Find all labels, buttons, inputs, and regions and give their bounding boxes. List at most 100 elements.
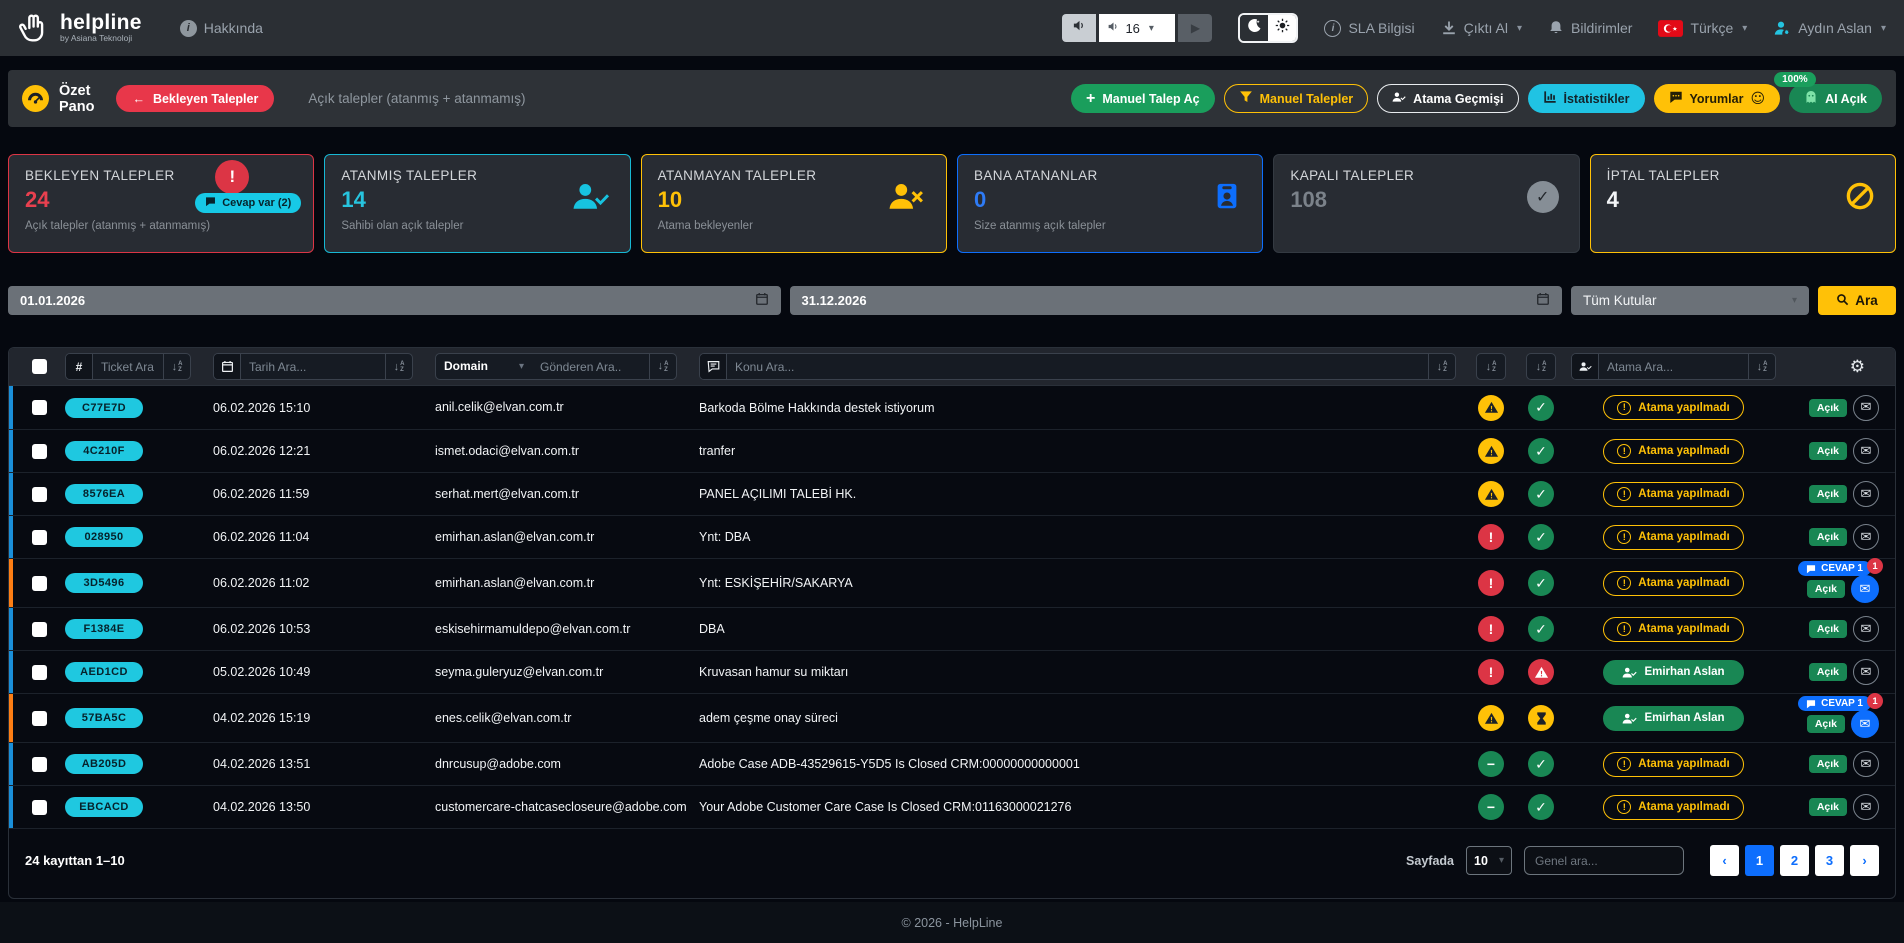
unassigned-badge[interactable]: !Atama yapılmadı [1603, 571, 1743, 596]
comments-button[interactable]: Yorumlar ☺ [1654, 84, 1781, 113]
pagination-next-button[interactable]: › [1850, 845, 1879, 876]
ticket-id-badge[interactable]: AED1CD [65, 662, 143, 682]
ticket-search-input[interactable] [93, 354, 163, 379]
statistics-button[interactable]: İstatistikler [1528, 84, 1645, 113]
sort-status1-button[interactable]: ↓AZ [1476, 353, 1506, 380]
mail-icon[interactable]: ✉ [1851, 710, 1879, 738]
mail-icon[interactable]: ✉ [1853, 438, 1879, 464]
ticket-row[interactable]: F1384E 06.02.2026 10:53 eskisehirmamulde… [9, 607, 1895, 650]
pagination-page-button[interactable]: 2 [1780, 845, 1809, 876]
ticket-row[interactable]: AED1CD 05.02.2026 10:49 seyma.guleryuz@e… [9, 650, 1895, 693]
pagination-prev-button[interactable]: ‹ [1710, 845, 1739, 876]
mail-icon[interactable]: ✉ [1853, 751, 1879, 777]
nav-sla-info[interactable]: i SLA Bilgisi [1324, 20, 1414, 37]
row-checkbox[interactable] [32, 711, 47, 726]
pagination-page-button[interactable]: 3 [1815, 845, 1844, 876]
play-button[interactable]: ▶ [1178, 14, 1212, 42]
ticket-row[interactable]: 4C210F 06.02.2026 12:21 ismet.odaci@elva… [9, 429, 1895, 472]
mailbox-select[interactable]: Tüm Kutular ▾ [1571, 286, 1809, 315]
nav-user-menu[interactable]: Aydın Aslan ▾ [1773, 19, 1886, 37]
sort-subject-button[interactable]: ↓AZ [1428, 354, 1455, 379]
mail-icon[interactable]: ✉ [1853, 659, 1879, 685]
stat-card[interactable]: BANA ATANANLAR 0 Size atanmış açık talep… [957, 154, 1263, 253]
nav-export-menu[interactable]: Çıktı Al ▾ [1441, 20, 1522, 36]
per-page-select[interactable]: 10 ▾ [1466, 846, 1512, 875]
unassigned-badge[interactable]: !Atama yapılmadı [1603, 482, 1743, 507]
volume-select[interactable]: 16 ▾ [1099, 14, 1175, 42]
select-all-checkbox[interactable] [32, 359, 47, 374]
unassigned-badge[interactable]: !Atama yapılmadı [1603, 617, 1743, 642]
domain-select[interactable]: Domain ▾ [436, 354, 532, 379]
mail-icon[interactable]: ✉ [1853, 395, 1879, 421]
reply-badge[interactable]: CEVAP 11 [1798, 696, 1883, 711]
mail-icon[interactable]: ✉ [1853, 616, 1879, 642]
nav-notifications[interactable]: Bildirimler [1548, 20, 1632, 36]
row-checkbox[interactable] [32, 757, 47, 772]
search-button[interactable]: Ara [1818, 286, 1896, 315]
light-mode-button[interactable] [1268, 15, 1296, 41]
sort-status2-button[interactable]: ↓AZ [1526, 353, 1556, 380]
ticket-id-badge[interactable]: C77E7D [65, 398, 143, 418]
sender-search-input[interactable] [532, 354, 649, 379]
row-checkbox[interactable] [32, 576, 47, 591]
ticket-id-badge[interactable]: 57BA5C [65, 708, 143, 728]
global-search-input[interactable] [1524, 846, 1684, 875]
ticket-id-badge[interactable]: 8576EA [65, 484, 143, 504]
app-logo[interactable]: helpline by Asiana Teknoloji [18, 11, 142, 45]
stat-card[interactable]: ATANMIŞ TALEPLER 14 Sahibi olan açık tal… [324, 154, 630, 253]
row-checkbox[interactable] [32, 530, 47, 545]
stat-card[interactable]: İPTAL TALEPLER 4 [1590, 154, 1896, 253]
mail-icon[interactable]: ✉ [1851, 575, 1879, 603]
ticket-id-badge[interactable]: 028950 [65, 527, 143, 547]
ticket-id-badge[interactable]: F1384E [65, 619, 143, 639]
unassigned-badge[interactable]: !Atama yapılmadı [1603, 795, 1743, 820]
assignee-badge[interactable]: Emirhan Aslan [1603, 660, 1743, 685]
settings-gear-icon[interactable]: ⚙ [1850, 357, 1865, 377]
date-search-input[interactable] [241, 354, 385, 379]
open-manual-ticket-button[interactable]: + Manuel Talep Aç [1071, 84, 1215, 113]
pending-tickets-button[interactable]: ← Bekleyen Talepler [116, 85, 274, 112]
ticket-row[interactable]: C77E7D 06.02.2026 15:10 anil.celik@elvan… [9, 386, 1895, 429]
stat-card[interactable]: ATANMAYAN TALEPLER 10 Atama bekleyenler [641, 154, 947, 253]
ticket-row[interactable]: AB205D 04.02.2026 13:51 dnrcusup@adobe.c… [9, 742, 1895, 785]
ticket-id-badge[interactable]: 3D5496 [65, 573, 143, 593]
row-checkbox[interactable] [32, 487, 47, 502]
ticket-id-badge[interactable]: EBCACD [65, 797, 143, 817]
date-from-input[interactable]: 01.01.2026 [8, 286, 781, 315]
nav-about[interactable]: i Hakkında [180, 20, 263, 37]
ticket-row[interactable]: EBCACD 04.02.2026 13:50 customercare-cha… [9, 785, 1895, 828]
ticket-row[interactable]: 3D5496 06.02.2026 11:02 emirhan.aslan@el… [9, 558, 1895, 607]
stat-card[interactable]: KAPALI TALEPLER 108 ✓ [1273, 154, 1579, 253]
ticket-id-badge[interactable]: 4C210F [65, 441, 143, 461]
unassigned-badge[interactable]: !Atama yapılmadı [1603, 525, 1743, 550]
row-checkbox[interactable] [32, 400, 47, 415]
assignee-search-input[interactable] [1599, 354, 1748, 379]
unassigned-badge[interactable]: !Atama yapılmadı [1603, 439, 1743, 464]
reply-badge[interactable]: CEVAP 11 [1798, 561, 1883, 576]
row-checkbox[interactable] [32, 622, 47, 637]
speaker-button[interactable] [1062, 14, 1096, 42]
unassigned-badge[interactable]: !Atama yapılmadı [1603, 752, 1743, 777]
dark-mode-button[interactable] [1240, 15, 1268, 41]
assignment-history-button[interactable]: Atama Geçmişi [1377, 84, 1518, 113]
sort-ticket-button[interactable]: ↓AZ [163, 354, 190, 379]
ticket-row[interactable]: 8576EA 06.02.2026 11:59 serhat.mert@elva… [9, 472, 1895, 515]
ticket-row[interactable]: 028950 06.02.2026 11:04 emirhan.aslan@el… [9, 515, 1895, 558]
mail-icon[interactable]: ✉ [1853, 794, 1879, 820]
subject-search-input[interactable] [727, 354, 1428, 379]
stat-card[interactable]: BEKLEYEN TALEPLER 24 Açık talepler (atan… [8, 154, 314, 253]
mail-icon[interactable]: ✉ [1853, 481, 1879, 507]
unassigned-badge[interactable]: !Atama yapılmadı [1603, 395, 1743, 420]
sort-sender-button[interactable]: ↓AZ [649, 354, 676, 379]
date-to-input[interactable]: 31.12.2026 [790, 286, 1563, 315]
manual-tickets-button[interactable]: Manuel Talepler [1224, 84, 1369, 113]
row-checkbox[interactable] [32, 444, 47, 459]
ticket-id-badge[interactable]: AB205D [65, 754, 143, 774]
nav-language-menu[interactable]: Türkçe ▾ [1658, 20, 1747, 37]
mail-icon[interactable]: ✉ [1853, 524, 1879, 550]
assignee-badge[interactable]: Emirhan Aslan [1603, 706, 1743, 731]
sort-date-button[interactable]: ↓AZ [385, 354, 412, 379]
pagination-page-button[interactable]: 1 [1745, 845, 1774, 876]
sort-assignee-button[interactable]: ↓AZ [1748, 354, 1775, 379]
row-checkbox[interactable] [32, 665, 47, 680]
